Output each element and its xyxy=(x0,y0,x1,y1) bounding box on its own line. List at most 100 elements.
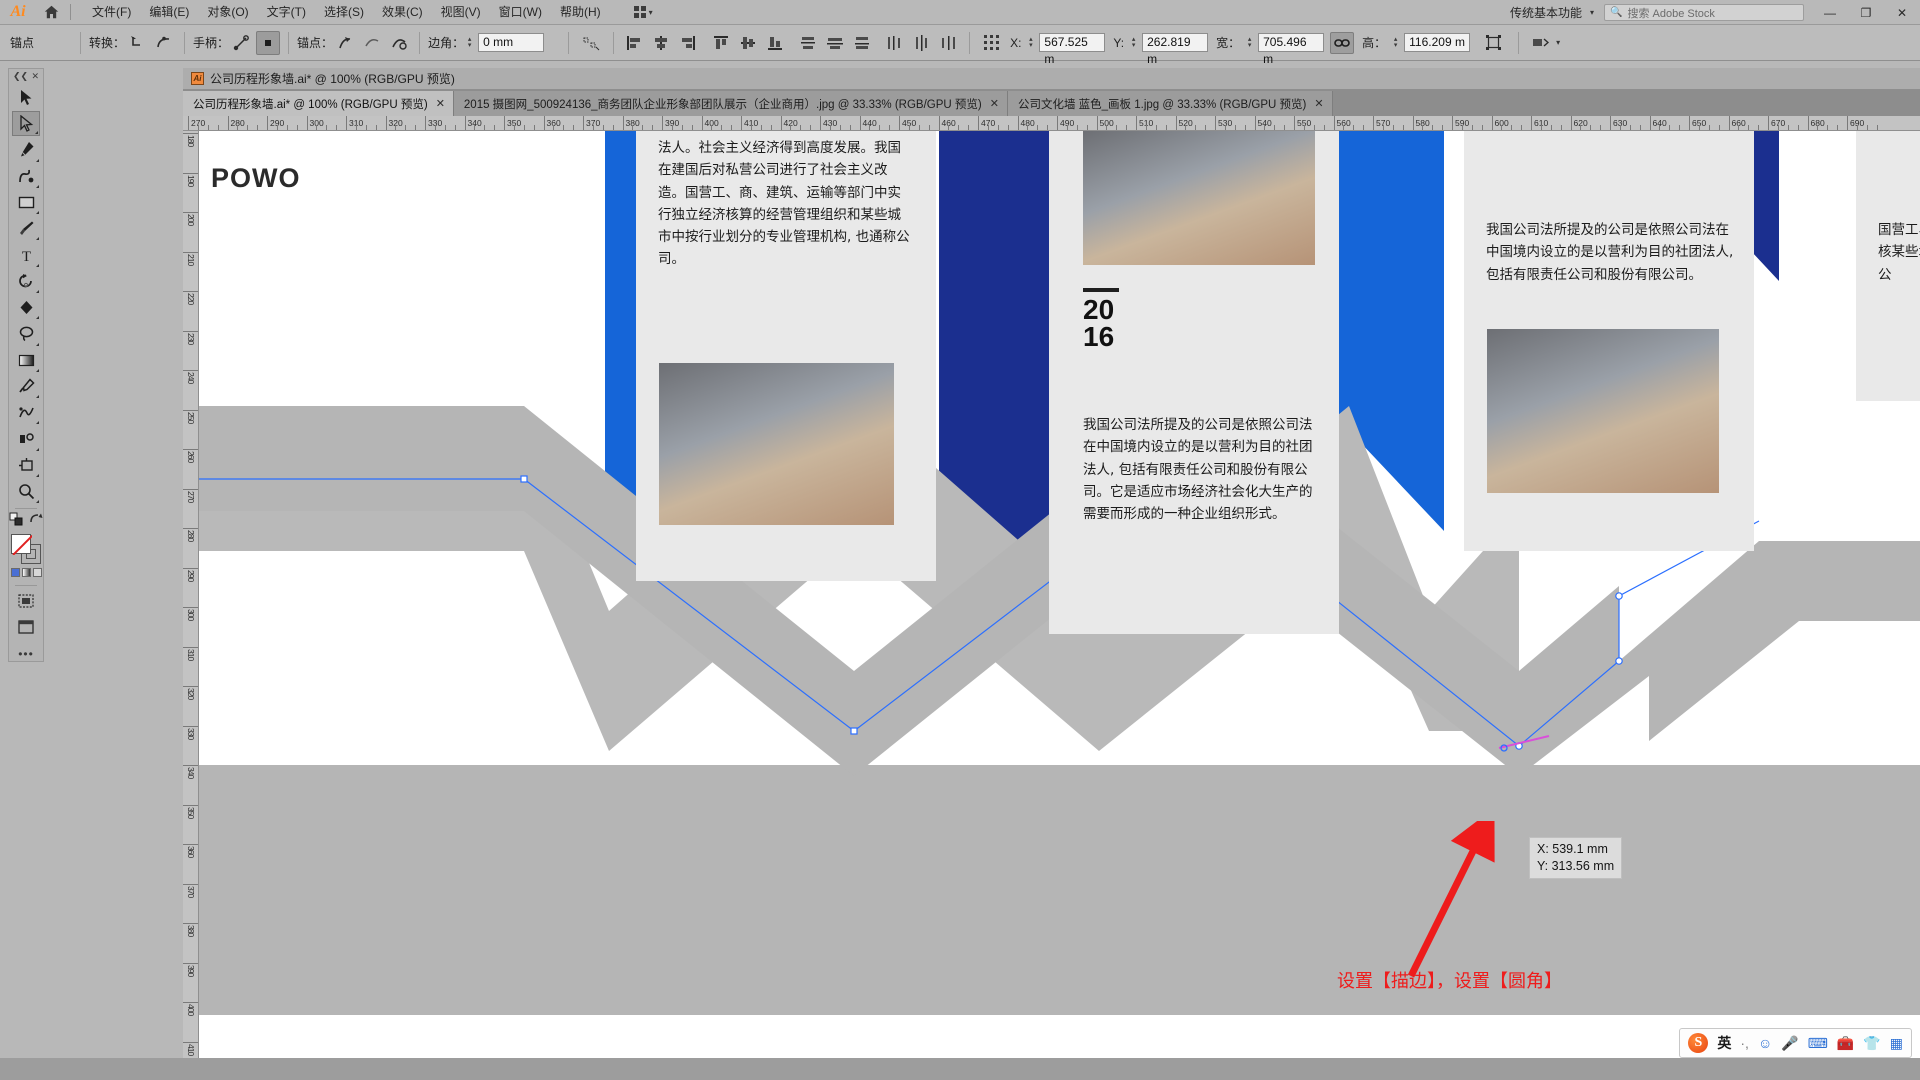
distribute-bottom-icon[interactable] xyxy=(850,31,874,55)
document-tab-2[interactable]: 2015 摄图网_500924136_商务团队企业形象部团队展示（企业商用）.j… xyxy=(453,91,1008,116)
close-icon[interactable]: ✕ xyxy=(990,97,999,110)
width-input[interactable]: 705.496 m xyxy=(1258,33,1325,66)
toolbox-icon[interactable]: 🧰 xyxy=(1837,1035,1854,1052)
horizontal-ruler[interactable]: 270 280 290 300 310 320 330 340 350 360 370 380 390 4… xyxy=(183,116,1920,131)
distribute-left-icon[interactable] xyxy=(883,31,907,55)
eyedropper-tool[interactable] xyxy=(12,374,40,399)
gradient-tool[interactable] xyxy=(12,348,40,373)
connect-anchors-icon[interactable] xyxy=(387,31,411,55)
distribute-right-icon[interactable] xyxy=(937,31,961,55)
align-right-icon[interactable] xyxy=(676,31,700,55)
align-left-icon[interactable] xyxy=(622,31,646,55)
restore-button[interactable]: ❐ xyxy=(1848,0,1884,25)
close-icon[interactable]: ✕ xyxy=(1314,97,1323,110)
rectangle-tool[interactable] xyxy=(12,190,40,215)
home-icon[interactable] xyxy=(36,0,66,25)
close-button[interactable]: ✕ xyxy=(1884,0,1920,25)
align-middle-v-icon[interactable] xyxy=(736,31,760,55)
close-icon[interactable]: ✕ xyxy=(436,97,445,110)
document-tab-1[interactable]: 公司历程形象墙.ai* @ 100% (RGB/GPU 预览) ✕ xyxy=(183,91,454,116)
height-field[interactable]: ▴ ▾ 116.209 m xyxy=(1390,33,1471,52)
align-center-h-icon[interactable] xyxy=(649,31,673,55)
corner-radius-input[interactable]: 0 mm xyxy=(478,33,545,52)
menu-item-file[interactable]: 文件(F) xyxy=(83,0,140,25)
menu-item-select[interactable]: 选择(S) xyxy=(315,0,373,25)
height-input[interactable]: 116.209 m xyxy=(1404,33,1471,52)
live-corner-widget[interactable] xyxy=(1449,726,1669,786)
minimize-button[interactable]: — xyxy=(1812,0,1848,25)
blend-tool[interactable] xyxy=(12,400,40,425)
show-handles-icon[interactable] xyxy=(229,31,253,55)
remove-anchor-icon[interactable] xyxy=(333,31,357,55)
y-position-field[interactable]: ▴ ▾ 262.819 m xyxy=(1128,33,1209,66)
menu-item-edit[interactable]: 编辑(E) xyxy=(140,0,198,25)
stepper-icon[interactable]: ▴ ▾ xyxy=(1128,36,1139,49)
menu-item-type[interactable]: 文字(T) xyxy=(258,0,315,25)
cut-path-icon[interactable] xyxy=(360,31,384,55)
fill-swatch[interactable] xyxy=(11,534,31,555)
stepper-icon[interactable]: ▴ ▾ xyxy=(1244,36,1255,49)
collapse-panel-icon[interactable]: ❮❮ xyxy=(13,71,28,82)
microphone-icon[interactable]: 🎤 xyxy=(1781,1035,1798,1052)
workspace-switcher[interactable]: 传统基本功能 ▾ xyxy=(1500,4,1604,21)
curvature-tool[interactable] xyxy=(12,164,40,189)
more-tools-icon[interactable]: ••• xyxy=(18,647,34,661)
symbol-sprayer-tool[interactable] xyxy=(12,426,40,451)
skin-icon[interactable]: 👕 xyxy=(1863,1035,1880,1052)
stepper-icon[interactable]: ▴ ▾ xyxy=(1390,36,1401,49)
comma-period-icon[interactable]: ·, xyxy=(1740,1035,1749,1051)
sogou-logo-icon[interactable]: S xyxy=(1688,1033,1709,1053)
isolate-selected-icon[interactable] xyxy=(1527,31,1553,55)
stepper-icon[interactable]: ▴ ▾ xyxy=(464,36,475,49)
align-top-icon[interactable] xyxy=(709,31,733,55)
gradient-button[interactable] xyxy=(21,567,31,577)
swap-fill-stroke-icon[interactable] xyxy=(9,512,24,532)
shape-builder-tool[interactable] xyxy=(12,295,40,320)
selection-tool[interactable] xyxy=(12,85,40,110)
link-icon[interactable] xyxy=(1330,31,1355,54)
distribute-top-icon[interactable] xyxy=(796,31,820,55)
menu-item-view[interactable]: 视图(V) xyxy=(432,0,490,25)
menu-item-help[interactable]: 帮助(H) xyxy=(551,0,610,25)
vertical-ruler[interactable]: 180 190 200 210 220 230 240 250 260 270 280 290 300 3… xyxy=(183,131,199,1080)
distribute-center-v-icon[interactable] xyxy=(823,31,847,55)
y-position-input[interactable]: 262.819 m xyxy=(1142,33,1209,66)
artboard-canvas[interactable]: POWO X: 539.1 mm Y: 313.56 mm 设置【描边】，设置【… xyxy=(199,131,1920,1080)
none-button[interactable] xyxy=(32,567,42,577)
stock-search-input[interactable]: 🔍 搜索 Adobe Stock xyxy=(1604,4,1804,21)
corner-radius-field[interactable]: ▴ ▾ 0 mm xyxy=(464,33,545,52)
align-bottom-icon[interactable] xyxy=(763,31,787,55)
fill-stroke-swatches[interactable] xyxy=(11,534,41,564)
hide-handles-icon[interactable] xyxy=(256,30,281,55)
default-colors-icon[interactable] xyxy=(29,513,43,531)
screen-mode-icon[interactable] xyxy=(12,615,40,640)
direct-selection-tool[interactable] xyxy=(12,110,40,137)
keyboard-icon[interactable]: ⌨ xyxy=(1808,1035,1828,1052)
transform-icon[interactable] xyxy=(1480,31,1506,55)
chevron-down-icon[interactable]: ▾ xyxy=(1556,38,1560,47)
menu-item-object[interactable]: 对象(O) xyxy=(198,0,257,25)
lasso-tool[interactable] xyxy=(12,321,40,346)
drawing-mode-icon[interactable] xyxy=(12,588,40,613)
pen-tool[interactable] xyxy=(12,137,40,162)
artboard-tool[interactable] xyxy=(12,453,40,478)
zoom-tool[interactable] xyxy=(12,479,40,504)
close-icon[interactable]: ✕ xyxy=(31,71,39,82)
paintbrush-tool[interactable] xyxy=(12,216,40,241)
color-button[interactable] xyxy=(10,567,20,577)
menu-item-effect[interactable]: 效果(C) xyxy=(373,0,432,25)
type-tool[interactable]: T xyxy=(12,242,40,267)
distribute-center-h-icon[interactable] xyxy=(910,31,934,55)
menu-item-window[interactable]: 窗口(W) xyxy=(490,0,551,25)
arrange-documents-button[interactable]: ▾ xyxy=(628,2,659,22)
convert-to-smooth-icon[interactable] xyxy=(152,31,176,55)
width-field[interactable]: ▴ ▾ 705.496 m xyxy=(1244,33,1325,66)
convert-to-corner-icon[interactable] xyxy=(125,31,149,55)
document-tab-3[interactable]: 公司文化墙 蓝色_画板 1.jpg @ 33.33% (RGB/GPU 预览) … xyxy=(1007,91,1333,116)
rotate-tool[interactable] xyxy=(12,269,40,294)
transform-reference-point-icon[interactable] xyxy=(978,31,1004,55)
stepper-icon[interactable]: ▴ ▾ xyxy=(1025,36,1036,49)
apps-icon[interactable]: ▦ xyxy=(1890,1035,1903,1052)
align-to-selection-icon[interactable] xyxy=(577,31,605,55)
x-position-field[interactable]: ▴ ▾ 567.525 m xyxy=(1025,33,1106,66)
